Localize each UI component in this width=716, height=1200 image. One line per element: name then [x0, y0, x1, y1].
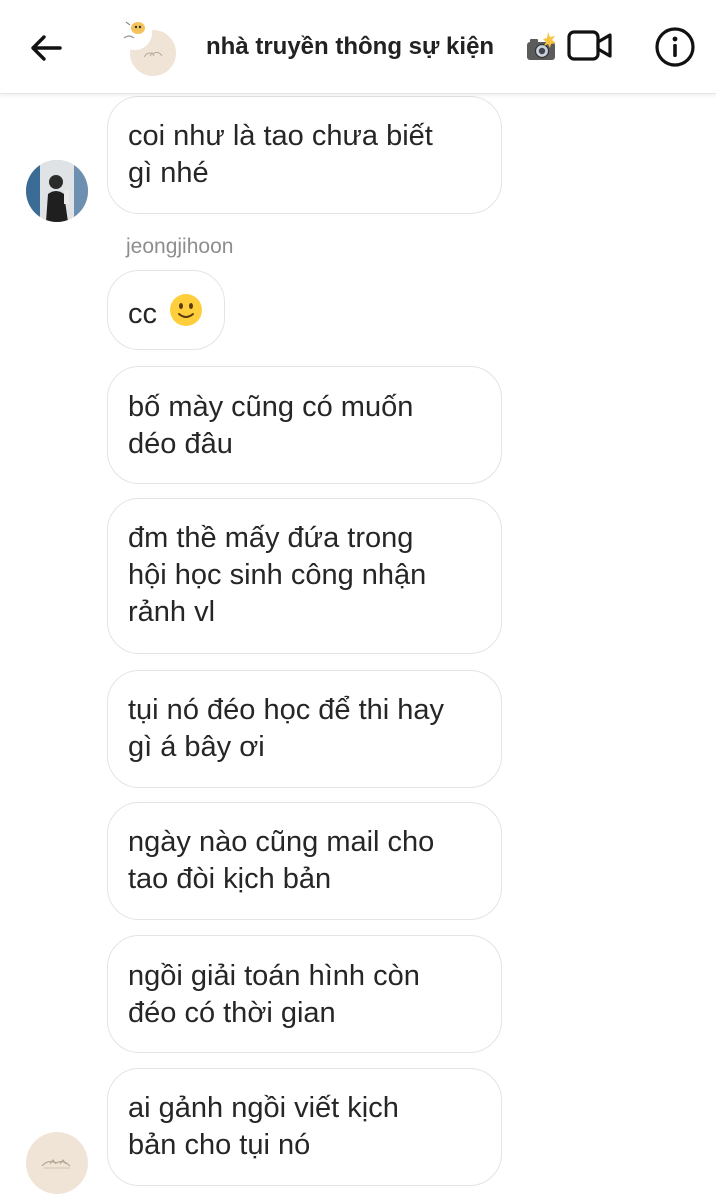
message-bubble[interactable]: ai gảnh ngồi viết kịch bản cho tụi nó [107, 1068, 502, 1186]
message-bubble[interactable]: tụi nó đéo học để thi hay gì á bây ơi [107, 670, 502, 788]
message-bubble[interactable]: ngày nào cũng mail cho tao đòi kịch bản [107, 802, 502, 920]
message-text-line: gì nhé [128, 157, 209, 189]
message-text: cc [128, 298, 157, 330]
sender-avatar[interactable] [26, 160, 88, 222]
message-text-line: coi như là tao chưa biết [128, 120, 433, 152]
message-text-line: gì á bây ơi [128, 731, 265, 763]
message-text-line: đéo có thời gian [128, 997, 336, 1029]
message-bubble[interactable]: đm thề mấy đứa trong hội học sinh công n… [107, 498, 502, 654]
message-bubble[interactable]: bố mày cũng có muốn déo đâu [107, 366, 502, 484]
cat-sketch-icon [41, 1159, 71, 1169]
conversation-title[interactable]: nhà truyền thông sự kiện [206, 30, 494, 64]
message-text-line: déo đâu [128, 428, 233, 460]
sender-name: jeongjihoon [126, 235, 234, 258]
message-text-line: hội học sinh công nhận [128, 559, 427, 591]
message-text-line: ngồi giải toán hình còn [128, 960, 420, 992]
info-icon[interactable] [654, 26, 696, 68]
message-text-line: rảnh vl [128, 596, 216, 628]
message-text-line: ai gảnh ngồi viết kịch [128, 1092, 399, 1124]
message-text-line: bố mày cũng có muốn [128, 391, 414, 423]
message-bubble[interactable]: ngồi giải toán hình còn đéo có thời gian [107, 935, 502, 1053]
message-text-line: tao đòi kịch bản [128, 863, 332, 895]
message-text-line: bản cho tụi nó [128, 1129, 311, 1161]
group-avatar-small[interactable] [26, 1132, 88, 1194]
video-call-icon[interactable] [566, 28, 614, 64]
message-bubble[interactable]: cc [107, 270, 225, 350]
message-text-line: tụi nó đéo học để thi hay [128, 694, 445, 726]
bunny-icon [123, 21, 145, 39]
message-text-line: ngày nào cũng mail cho [128, 826, 435, 858]
group-avatar-secondary [118, 16, 152, 50]
camera-flash-emoji-icon [527, 32, 556, 60]
slightly-smiling-face-icon [169, 293, 203, 337]
sender-photo [26, 160, 88, 222]
message-text-line: đm thề mấy đứa trong [128, 522, 414, 554]
back-arrow-icon[interactable] [26, 28, 66, 68]
message-bubble[interactable]: coi như là tao chưa biết gì nhé [107, 96, 502, 214]
chat-header: nhà truyền thông sự kiện [0, 0, 716, 94]
group-avatar[interactable] [116, 14, 182, 78]
